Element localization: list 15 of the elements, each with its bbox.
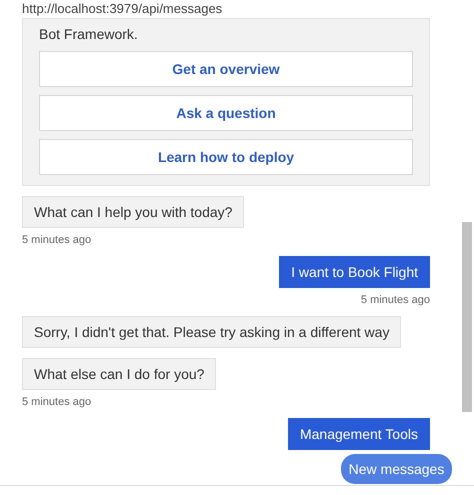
timestamp: 5 minutes ago: [360, 294, 430, 306]
bot-message: What can I help you with today?: [22, 196, 244, 228]
card-text: Bot Framework.: [39, 25, 139, 43]
user-message: I want to Book Flight: [279, 256, 430, 288]
user-message: Management Tools: [288, 418, 430, 450]
new-messages-button[interactable]: New messages: [341, 454, 452, 484]
suggestion-button[interactable]: Get an overview: [39, 51, 413, 87]
suggestion-button[interactable]: Ask a question: [39, 95, 413, 131]
timestamp: 5 minutes ago: [22, 396, 92, 408]
suggestion-button[interactable]: Learn how to deploy: [39, 139, 413, 175]
bot-message: What else can I do for you?: [22, 358, 216, 390]
timestamp: 5 minutes ago: [22, 234, 92, 246]
scroll-thumb[interactable]: [462, 222, 472, 412]
url-text: http://localhost:3979/api/messages: [22, 1, 222, 17]
bot-message: Sorry, I didn't get that. Please try asking in a different way: [22, 316, 402, 348]
